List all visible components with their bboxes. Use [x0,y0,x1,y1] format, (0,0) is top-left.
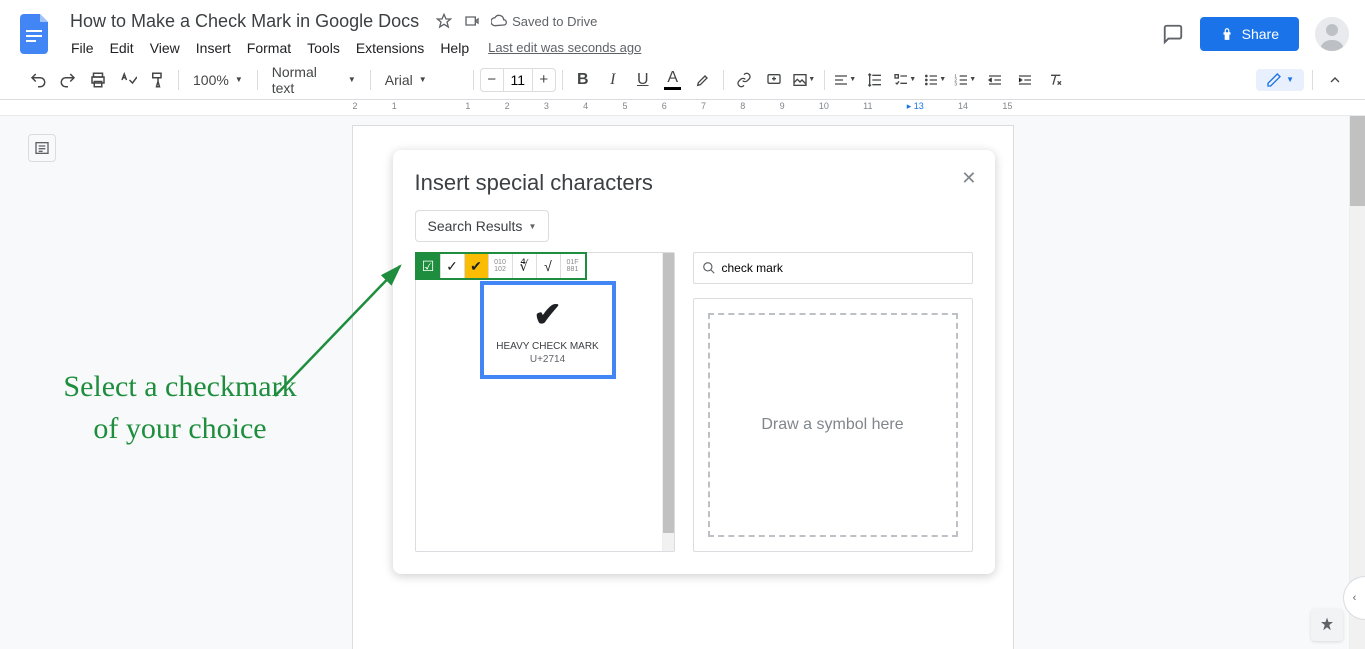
char-result[interactable]: 010102 [489,254,513,278]
collapse-icon[interactable] [1321,66,1349,94]
redo-icon[interactable] [54,66,82,94]
char-result[interactable]: ∜ [513,254,537,278]
doc-title[interactable]: How to Make a Check Mark in Google Docs [64,9,425,34]
bold-icon[interactable]: B [569,66,597,94]
outline-toggle-icon[interactable] [28,134,56,162]
menu-tools[interactable]: Tools [300,36,347,60]
svg-text:3: 3 [955,81,958,86]
text-color-icon[interactable]: A [659,66,687,94]
user-avatar[interactable] [1315,17,1349,51]
annotation-text: Select a checkmark of your choice [50,366,310,450]
undo-icon[interactable] [24,66,52,94]
char-result[interactable]: √ [537,254,561,278]
explore-button[interactable] [1311,609,1343,641]
underline-icon[interactable]: U [629,66,657,94]
font-size-minus[interactable]: − [481,71,503,88]
char-grid-scrollbar[interactable] [662,253,674,551]
ruler[interactable]: 211234567891011▸ 131415 [0,100,1365,116]
font-select[interactable]: Arial▼ [377,66,467,94]
menu-help[interactable]: Help [433,36,476,60]
move-icon[interactable] [463,12,481,30]
docs-logo[interactable] [16,14,56,54]
menu-extensions[interactable]: Extensions [349,36,431,60]
page-scrollbar[interactable] [1349,116,1365,649]
align-icon[interactable]: ▼ [831,66,859,94]
char-result[interactable]: ✓ [441,254,465,278]
dialog-close-icon[interactable]: ✕ [961,168,976,189]
menu-view[interactable]: View [143,36,187,60]
print-icon[interactable] [84,66,112,94]
image-icon[interactable]: ▼ [790,66,818,94]
category-dropdown[interactable]: Search Results▼ [415,210,550,242]
bullet-list-icon[interactable]: ▼ [921,66,949,94]
line-spacing-icon[interactable] [861,66,889,94]
menu-edit[interactable]: Edit [103,36,141,60]
char-result[interactable]: ☑ [417,254,441,278]
character-grid: ☑ ✓ ✔ 010102 ∜ √ 01F881 ✔ HEAVY CHECK MA… [415,252,675,552]
indent-decrease-icon[interactable] [981,66,1009,94]
zoom-select[interactable]: 100%▼ [185,66,251,94]
star-icon[interactable] [435,12,453,30]
indent-increase-icon[interactable] [1011,66,1039,94]
char-tooltip: ✔ HEAVY CHECK MARK U+2714 [480,281,616,379]
font-size-plus[interactable]: + [533,71,555,88]
draw-symbol-box[interactable]: Draw a symbol here [693,298,973,552]
spellcheck-icon[interactable] [114,66,142,94]
char-search-input[interactable] [722,261,964,275]
search-icon [702,261,716,275]
dialog-title: Insert special characters [415,170,973,196]
share-button[interactable]: Share [1200,17,1299,51]
italic-icon[interactable]: I [599,66,627,94]
clear-format-icon[interactable] [1041,66,1069,94]
comments-icon[interactable] [1162,23,1184,45]
number-list-icon[interactable]: 123▼ [951,66,979,94]
highlight-icon[interactable] [689,66,717,94]
char-search-box[interactable] [693,252,973,284]
menu-format[interactable]: Format [240,36,298,60]
style-select[interactable]: Normal text▼ [264,66,364,94]
editing-mode-button[interactable]: ▼ [1256,69,1304,91]
char-result[interactable]: ✔ [465,254,489,278]
special-chars-dialog: Insert special characters ✕ Search Resul… [393,150,995,574]
comment-icon[interactable] [760,66,788,94]
paint-format-icon[interactable] [144,66,172,94]
side-panel-toggle[interactable]: ‹ [1343,576,1365,620]
menu-insert[interactable]: Insert [189,36,238,60]
font-size-value[interactable]: 11 [503,69,533,91]
checklist-icon[interactable]: ▼ [891,66,919,94]
last-edit-link[interactable]: Last edit was seconds ago [488,40,641,55]
save-status: Saved to Drive [491,13,597,29]
link-icon[interactable] [730,66,758,94]
char-result[interactable]: 01F881 [561,254,585,278]
menu-file[interactable]: File [64,36,101,60]
